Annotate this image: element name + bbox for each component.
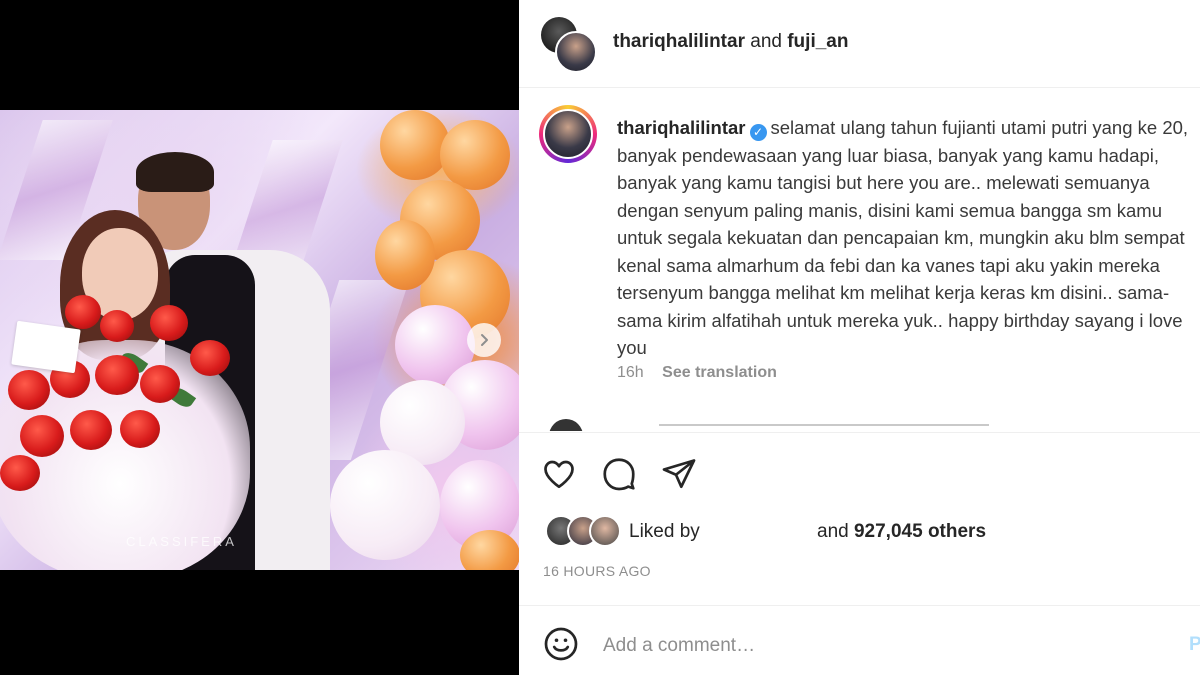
author-conjunction: and: [750, 31, 782, 52]
rose: [65, 295, 101, 329]
rose: [70, 410, 112, 450]
action-bar: [519, 432, 1200, 513]
post-photo[interactable]: CLASSIFERA: [0, 110, 519, 570]
caption-text: selamat ulang tahun fujianti utami putri…: [617, 117, 1189, 358]
photo-watermark: CLASSIFERA: [126, 534, 237, 549]
media-pane: CLASSIFERA: [0, 0, 519, 675]
see-translation-link[interactable]: See translation: [662, 364, 777, 381]
avatar: [543, 109, 593, 159]
avatar[interactable]: [549, 419, 583, 431]
share-icon[interactable]: [661, 456, 697, 492]
rose: [190, 340, 230, 376]
balloon: [440, 120, 510, 190]
post-details: thariqhalilintar and fuji_an thariqhalil…: [519, 0, 1200, 675]
post-button[interactable]: P: [1189, 634, 1200, 656]
chevron-right-icon: [481, 334, 488, 346]
rose: [100, 310, 134, 342]
avatar: [555, 31, 597, 73]
caption: thariqhalilintar ✓ selamat ulang tahun fuj…: [617, 114, 1200, 362]
balloon: [460, 530, 519, 570]
rose: [20, 415, 64, 457]
avatar[interactable]: [589, 515, 621, 547]
caption-area: thariqhalilintar ✓ selamat ulang tahun fuj…: [519, 88, 1200, 431]
next-photo-button[interactable]: [467, 323, 501, 357]
comment-bar: P: [519, 605, 1200, 676]
heart-icon[interactable]: [541, 456, 577, 492]
caption-age: 16h: [617, 364, 644, 381]
rose: [0, 455, 40, 491]
man-hair: [136, 152, 214, 192]
balloon: [375, 220, 435, 290]
verified-badge-icon: ✓: [749, 124, 767, 141]
caption-username[interactable]: thariqhalilintar: [617, 117, 746, 138]
greeting-card: [11, 320, 81, 374]
post-authors: thariqhalilintar and fuji_an: [613, 31, 848, 53]
likes-count[interactable]: and 927,045 others: [817, 521, 986, 543]
balloon: [380, 110, 450, 180]
rose: [120, 410, 160, 448]
post-timestamp: 16 HOURS AGO: [543, 563, 651, 579]
rose: [8, 370, 50, 410]
author-username[interactable]: thariqhalilintar: [613, 31, 745, 52]
caption-meta: 16h See translation: [617, 364, 777, 382]
coauthor-username[interactable]: fuji_an: [787, 31, 848, 52]
emoji-icon[interactable]: [543, 626, 579, 662]
comment-input[interactable]: [601, 630, 1165, 662]
comment-preview: [659, 424, 989, 426]
post-header: thariqhalilintar and fuji_an: [519, 0, 1200, 88]
story-ring[interactable]: [539, 105, 597, 163]
likes-summary: Liked by and 927,045 others: [545, 515, 1185, 547]
collab-avatars[interactable]: [541, 17, 597, 73]
balloon: [330, 450, 440, 560]
likes-and: and: [817, 521, 849, 542]
likes-count-value[interactable]: 927,045 others: [854, 521, 986, 542]
liked-by-label: Liked by: [629, 521, 700, 542]
comment-icon[interactable]: [601, 456, 637, 492]
rose: [95, 355, 139, 395]
rose: [150, 305, 188, 341]
rose: [140, 365, 180, 403]
